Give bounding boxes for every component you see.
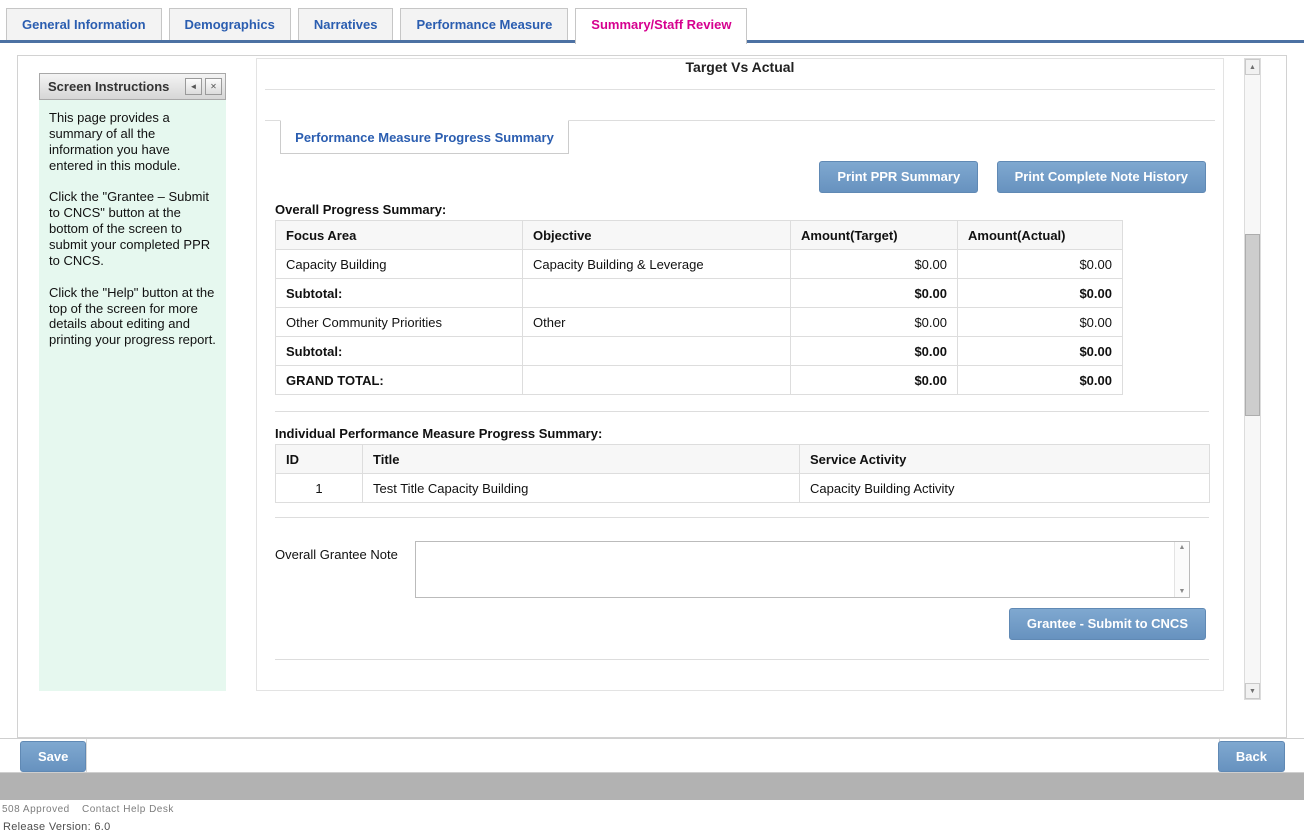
cell-amount-target: $0.00 bbox=[791, 250, 958, 279]
module-tabbar: General Information Demographics Narrati… bbox=[6, 8, 1302, 44]
cell-amount-target: $0.00 bbox=[791, 337, 958, 366]
footer-links: 508 Approved Contact Help Desk bbox=[2, 804, 183, 815]
cell-amount-actual: $0.00 bbox=[958, 308, 1123, 337]
overall-progress-summary-table: Focus Area Objective Amount(Target) Amou… bbox=[275, 220, 1123, 395]
vertical-scrollbar[interactable]: ▲ ▼ bbox=[1244, 58, 1261, 700]
page-container: Screen Instructions ◄ ✕ This page provid… bbox=[17, 55, 1287, 738]
cell-id: 1 bbox=[276, 474, 363, 503]
release-version: Release Version: 6.0 bbox=[3, 821, 111, 833]
col-header-objective: Objective bbox=[523, 221, 791, 250]
col-header-amount-actual: Amount(Actual) bbox=[958, 221, 1123, 250]
cell-focus-area: Subtotal: bbox=[276, 337, 523, 366]
cell-amount-target: $0.00 bbox=[791, 279, 958, 308]
target-vs-actual-label: Target Vs Actual bbox=[686, 59, 795, 75]
col-header-amount-target: Amount(Target) bbox=[791, 221, 958, 250]
instruction-paragraph: This page provides a summary of all the … bbox=[49, 110, 216, 173]
scroll-down-icon[interactable]: ▼ bbox=[1179, 586, 1186, 597]
screen-instructions-body: This page provides a summary of all the … bbox=[39, 100, 226, 691]
tab-general-information[interactable]: General Information bbox=[6, 8, 162, 40]
screen-instructions-title: Screen Instructions bbox=[40, 79, 185, 94]
divider bbox=[275, 411, 1209, 412]
overall-progress-summary-label: Overall Progress Summary: bbox=[275, 202, 446, 217]
overall-grantee-note-label: Overall Grantee Note bbox=[275, 547, 398, 562]
print-ppr-summary-button[interactable]: Print PPR Summary bbox=[819, 161, 978, 193]
link-contact-help-desk[interactable]: Contact Help Desk bbox=[82, 804, 174, 815]
cell-amount-actual: $0.00 bbox=[958, 337, 1123, 366]
divider bbox=[86, 739, 87, 772]
divider bbox=[275, 517, 1209, 518]
cell-amount-target: $0.00 bbox=[791, 308, 958, 337]
cell-focus-area: Other Community Priorities bbox=[276, 308, 523, 337]
divider bbox=[275, 659, 1209, 660]
cell-amount-actual: $0.00 bbox=[958, 366, 1123, 395]
col-header-id: ID bbox=[276, 445, 363, 474]
col-header-focus-area: Focus Area bbox=[276, 221, 523, 250]
cell-focus-area: Capacity Building bbox=[276, 250, 523, 279]
note-scrollbar[interactable]: ▲ ▼ bbox=[1174, 542, 1189, 597]
target-vs-actual-heading: Target Vs Actual bbox=[265, 59, 1215, 90]
overall-grantee-note-field: ▲ ▼ bbox=[415, 541, 1190, 598]
print-complete-note-history-button[interactable]: Print Complete Note History bbox=[997, 161, 1206, 193]
table-row-grand-total: GRAND TOTAL: $0.00 $0.00 bbox=[276, 366, 1123, 395]
tab-performance-measure-progress-summary[interactable]: Performance Measure Progress Summary bbox=[280, 120, 569, 154]
back-button[interactable]: Back bbox=[1218, 741, 1285, 772]
print-buttons-row: Print PPR Summary Print Complete Note Hi… bbox=[805, 161, 1206, 193]
instruction-paragraph: Click the "Help" button at the top of th… bbox=[49, 285, 216, 348]
action-bar: Save Back bbox=[0, 738, 1304, 773]
table-row: Other Community Priorities Other $0.00 $… bbox=[276, 308, 1123, 337]
overall-grantee-note-input[interactable] bbox=[416, 542, 1174, 597]
app-screen: General Information Demographics Narrati… bbox=[0, 0, 1304, 835]
individual-summary-table: ID Title Service Activity 1 Test Title C… bbox=[275, 444, 1210, 503]
screen-instructions-header: Screen Instructions ◄ ✕ bbox=[39, 73, 226, 100]
cell-objective bbox=[523, 337, 791, 366]
tab-demographics[interactable]: Demographics bbox=[169, 8, 291, 40]
footer-gray-bar bbox=[0, 773, 1304, 800]
save-button[interactable]: Save bbox=[20, 741, 86, 772]
table-row: Capacity Building Capacity Building & Le… bbox=[276, 250, 1123, 279]
cell-focus-area: GRAND TOTAL: bbox=[276, 366, 523, 395]
table-header-row: Focus Area Objective Amount(Target) Amou… bbox=[276, 221, 1123, 250]
instruction-paragraph: Click the "Grantee – Submit to CNCS" but… bbox=[49, 189, 216, 268]
tab-performance-measure[interactable]: Performance Measure bbox=[400, 8, 568, 40]
tab-summary-staff-review[interactable]: Summary/Staff Review bbox=[575, 8, 747, 44]
col-header-title: Title bbox=[363, 445, 800, 474]
cell-service-activity: Capacity Building Activity bbox=[800, 474, 1210, 503]
scrollbar-thumb[interactable] bbox=[1245, 234, 1260, 416]
cell-objective: Capacity Building & Leverage bbox=[523, 250, 791, 279]
cell-amount-target: $0.00 bbox=[791, 366, 958, 395]
cell-title: Test Title Capacity Building bbox=[363, 474, 800, 503]
scroll-up-icon[interactable]: ▲ bbox=[1245, 59, 1260, 75]
link-508-approved[interactable]: 508 Approved bbox=[2, 804, 70, 815]
collapse-left-icon[interactable]: ◄ bbox=[185, 78, 202, 95]
col-header-service-activity: Service Activity bbox=[800, 445, 1210, 474]
cell-amount-actual: $0.00 bbox=[958, 250, 1123, 279]
close-icon[interactable]: ✕ bbox=[205, 78, 222, 95]
individual-summary-label: Individual Performance Measure Progress … bbox=[275, 426, 602, 441]
summary-main-panel: Target Vs Actual Performance Measure Pro… bbox=[256, 58, 1224, 691]
table-row: 1 Test Title Capacity Building Capacity … bbox=[276, 474, 1210, 503]
table-row-subtotal: Subtotal: $0.00 $0.00 bbox=[276, 279, 1123, 308]
table-header-row: ID Title Service Activity bbox=[276, 445, 1210, 474]
scroll-up-icon[interactable]: ▲ bbox=[1179, 542, 1186, 553]
cell-focus-area: Subtotal: bbox=[276, 279, 523, 308]
cell-objective: Other bbox=[523, 308, 791, 337]
cell-amount-actual: $0.00 bbox=[958, 279, 1123, 308]
table-row-subtotal: Subtotal: $0.00 $0.00 bbox=[276, 337, 1123, 366]
scroll-down-icon[interactable]: ▼ bbox=[1245, 683, 1260, 699]
tab-narratives[interactable]: Narratives bbox=[298, 8, 394, 40]
cell-objective bbox=[523, 366, 791, 395]
grantee-submit-to-cncs-button[interactable]: Grantee - Submit to CNCS bbox=[1009, 608, 1206, 640]
cell-objective bbox=[523, 279, 791, 308]
